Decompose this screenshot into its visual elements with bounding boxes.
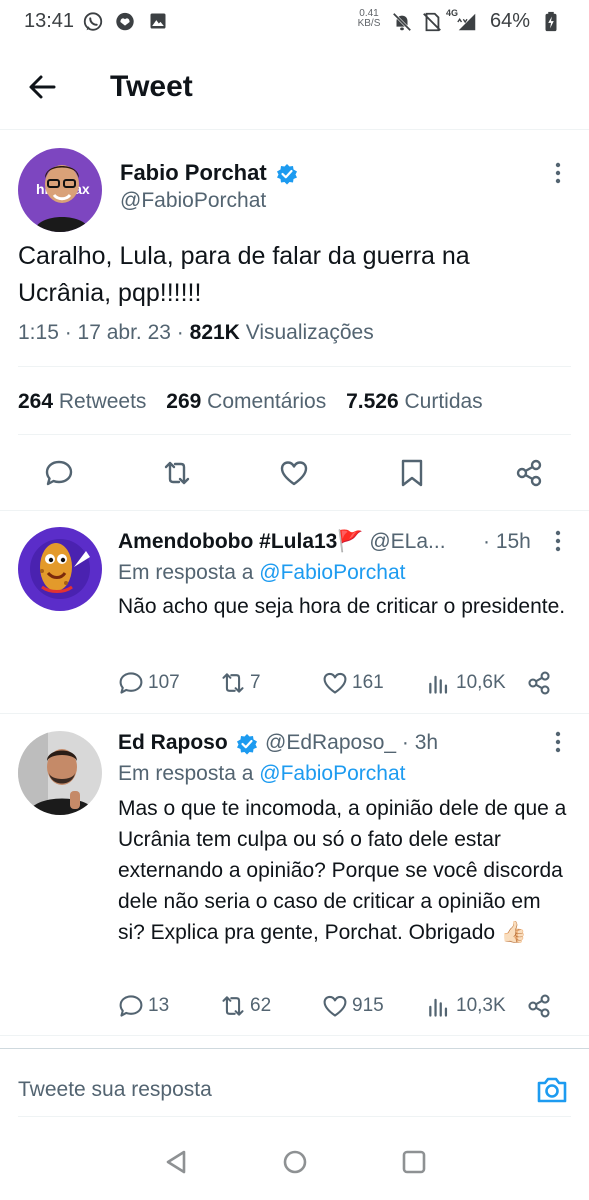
tweet-metadata: 1:15 · 17 abr. 23 · 821K Visualizações [18, 321, 374, 344]
reply-time: · 3h [401, 731, 439, 754]
views-label[interactable]: Visualizações [246, 321, 374, 344]
reply-count-button[interactable]: 13 [118, 993, 169, 1019]
share-icon [528, 671, 550, 695]
reply-author-handle[interactable]: @EdRaposo_ [265, 731, 396, 754]
bookmark-icon[interactable] [397, 458, 427, 488]
likes-stat[interactable]: 7.526 Curtidas [346, 390, 483, 413]
verified-badge-icon [276, 163, 298, 185]
page-title: Tweet [110, 70, 193, 103]
reply-icon[interactable] [44, 458, 74, 488]
reply-meta: @EdRaposo_ · 3h [265, 731, 438, 755]
divider [0, 713, 589, 714]
like-icon [323, 995, 347, 1017]
divider [0, 510, 589, 511]
status-time: 13:41 [24, 10, 75, 32]
views-count-button[interactable]: 10,6K [426, 670, 506, 696]
network-speed: 0.41 KB/S [357, 8, 381, 29]
chat-icon [114, 11, 136, 33]
share-icon[interactable] [514, 458, 544, 488]
analytics-icon [429, 675, 448, 694]
signal-icon [456, 11, 478, 33]
whatsapp-icon [82, 11, 104, 33]
top-app-bar: Tweet [0, 46, 589, 130]
more-options-icon[interactable] [552, 160, 564, 186]
battery-charging-icon [540, 11, 562, 33]
retweet-icon[interactable] [162, 458, 192, 488]
battery-percentage: 64% [490, 10, 531, 32]
reply-icon [119, 995, 143, 1017]
tweet-date: 17 abr. 23 [77, 321, 171, 344]
author-name[interactable]: Fabio Porchat [120, 160, 267, 186]
reply-compose-input[interactable]: Tweete sua resposta [18, 1078, 212, 1102]
analytics-icon [429, 998, 448, 1017]
views-count-button[interactable]: 10,3K [426, 993, 506, 1019]
replying-to: Em resposta a @FabioPorchat [118, 561, 406, 584]
author-handle[interactable]: @FabioPorchat [120, 189, 266, 213]
more-options-icon[interactable] [552, 528, 564, 554]
retweets-stat[interactable]: 264 Retweets [18, 390, 146, 413]
divider [18, 434, 571, 435]
like-count-button[interactable]: 161 [322, 670, 384, 696]
divider [0, 1035, 589, 1036]
divider [18, 1116, 571, 1117]
reply-header: Amendobobo #Lula13🚩 @ELa... [118, 530, 446, 554]
mute-icon [391, 11, 413, 33]
no-sim-icon [421, 11, 443, 33]
like-icon [323, 672, 347, 694]
replying-to-link[interactable]: @FabioPorchat [259, 762, 405, 785]
reply-text: Mas o que te incomoda, a opinião dele de… [118, 797, 567, 944]
recents-square-icon[interactable] [400, 1148, 428, 1176]
replying-to-link[interactable]: @FabioPorchat [259, 561, 405, 584]
reply-avatar[interactable] [18, 527, 102, 611]
reply-time: · 15h [483, 530, 531, 553]
reply-author-handle[interactable]: @ELa... [369, 530, 445, 553]
share-button[interactable] [526, 670, 552, 696]
reply-text: Não acho que seja hora de criticar o pre… [118, 595, 566, 618]
reply-header: Ed Raposo [118, 731, 228, 755]
divider [18, 366, 571, 367]
retweet-icon [222, 673, 244, 693]
camera-icon[interactable] [536, 1075, 568, 1105]
gallery-icon [148, 11, 170, 33]
back-button[interactable] [26, 70, 60, 104]
share-icon [528, 994, 550, 1018]
retweet-icon [222, 996, 244, 1016]
back-triangle-icon[interactable] [162, 1148, 190, 1176]
back-arrow-icon [29, 75, 56, 99]
red-flag-icon: 🚩 [337, 530, 364, 553]
comments-stat[interactable]: 269 Comentários [166, 390, 326, 413]
like-count-button[interactable]: 915 [322, 993, 384, 1019]
home-circle-icon[interactable] [281, 1148, 309, 1176]
reply-icon [119, 672, 143, 694]
retweet-count-button[interactable]: 7 [220, 670, 261, 696]
reply-count-button[interactable]: 107 [118, 670, 180, 696]
author-avatar[interactable]: hbomax [18, 148, 102, 232]
reply-avatar[interactable] [18, 731, 102, 815]
more-options-icon[interactable] [552, 729, 564, 755]
retweet-count-button[interactable]: 62 [220, 993, 271, 1019]
like-icon[interactable] [279, 458, 309, 488]
reply-author-name[interactable]: Ed Raposo [118, 731, 228, 754]
verified-badge-icon [236, 733, 258, 755]
reply-author-name[interactable]: Amendobobo #Lula13 [118, 530, 337, 553]
tweet-time: 1:15 [18, 321, 59, 344]
tweet-stats: 264 Retweets 269 Comentários 7.526 Curti… [18, 390, 497, 414]
status-bar: 13:41 0.41 KB/S 4G 64% [0, 0, 589, 46]
replying-to: Em resposta a @FabioPorchat [118, 762, 406, 785]
compose-divider [0, 1048, 589, 1049]
views-count: 821K [189, 321, 240, 344]
share-button[interactable] [526, 993, 552, 1019]
tweet-text: Caralho, Lula, para de falar da guerra n… [18, 242, 470, 307]
